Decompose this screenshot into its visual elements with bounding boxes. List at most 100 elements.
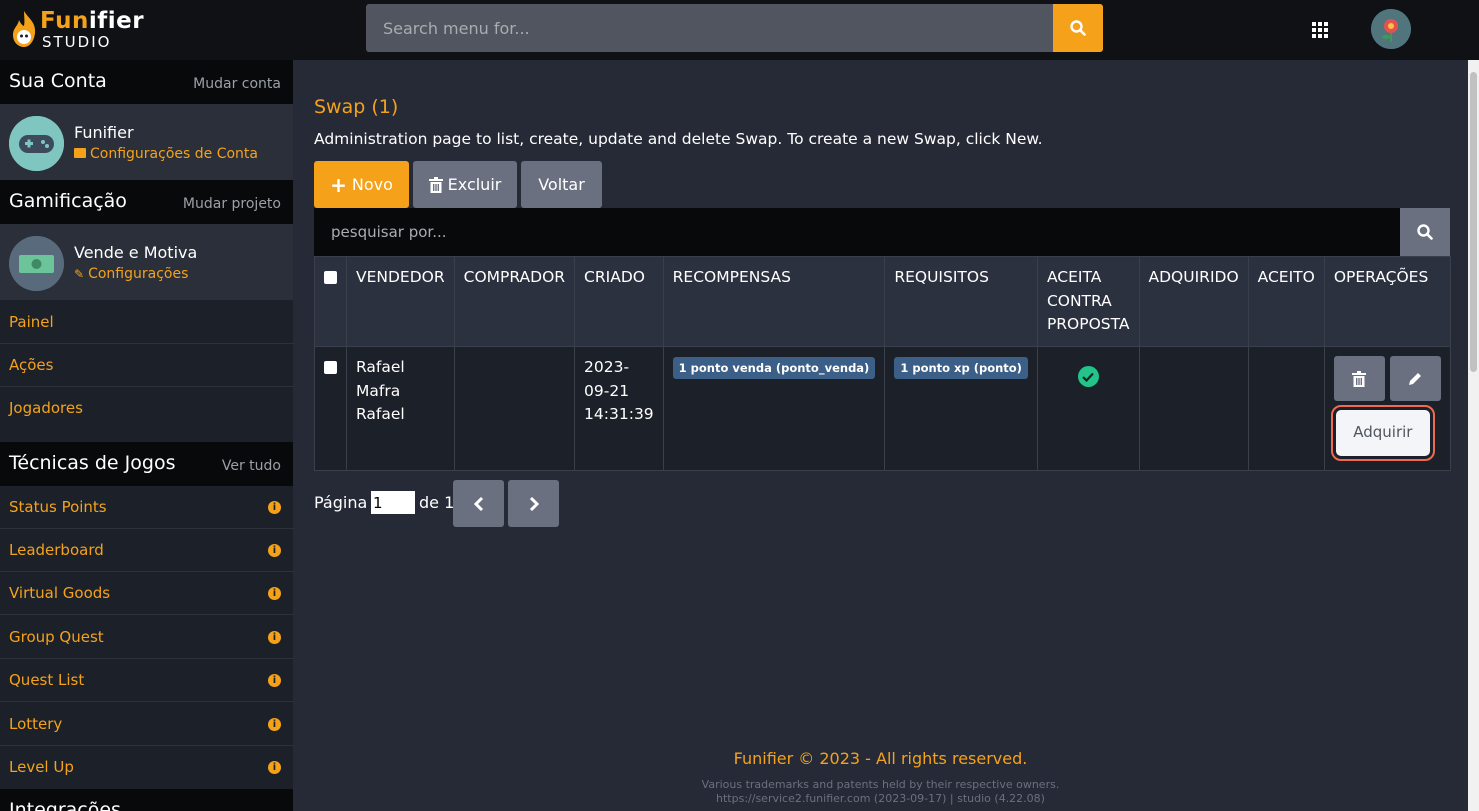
switch-project-link[interactable]: Mudar projeto: [183, 196, 281, 212]
counter-offer-cell: [1036, 346, 1140, 471]
operations-cell: Adquirir: [1323, 346, 1451, 471]
brand-name: Funifier: [40, 8, 145, 34]
project-avatar: [9, 236, 64, 291]
info-icon[interactable]: i: [268, 587, 281, 600]
account-settings-label: Configurações de Conta: [90, 146, 258, 162]
sidebar-item-leaderboard[interactable]: Leaderboard i: [0, 529, 293, 572]
integrations-header: Integrações: [0, 789, 293, 811]
trash-icon: [428, 176, 443, 193]
funifier-logo[interactable]: Funifier STUDIO: [10, 8, 150, 52]
column-header[interactable]: ACEITA CONTRA PROPOSTA: [1036, 256, 1140, 347]
table-search-input[interactable]: [314, 208, 1400, 256]
user-avatar[interactable]: [1371, 9, 1411, 49]
check-circle-icon: [1077, 366, 1099, 387]
page-title: Swap (1): [314, 96, 399, 118]
plus-icon: +: [330, 172, 347, 197]
delete-row-button[interactable]: [1333, 356, 1385, 401]
account-avatar: [9, 116, 64, 171]
see-all-link[interactable]: Ver tudo: [222, 458, 281, 474]
delete-button[interactable]: Excluir: [413, 161, 517, 208]
money-icon: [9, 236, 64, 291]
seller-cell: Rafael Mafra Rafael: [346, 346, 455, 471]
edit-row-button[interactable]: [1389, 356, 1441, 401]
column-header[interactable]: CRIADO: [574, 256, 664, 347]
sidebar-item-jogadores[interactable]: Jogadores: [0, 387, 293, 430]
acquire-button[interactable]: Adquirir: [1335, 410, 1430, 456]
next-page-button[interactable]: [508, 480, 559, 527]
account-settings-link[interactable]: Configurações de Conta: [74, 146, 258, 162]
chevron-left-icon: [473, 496, 483, 511]
integrations-title: Integrações: [9, 799, 121, 811]
flower-icon: [1371, 9, 1411, 49]
new-button-label: Novo: [351, 175, 393, 194]
account-title: Sua Conta: [9, 70, 107, 92]
project-settings-label: Configurações: [88, 266, 189, 282]
scrollbar-thumb[interactable]: [1470, 72, 1477, 372]
column-header[interactable]: VENDEDOR: [346, 256, 455, 347]
page-label: Página: [314, 493, 368, 512]
sidebar-item-lottery[interactable]: Lottery i: [0, 703, 293, 746]
table-search-button[interactable]: [1400, 208, 1450, 256]
sidebar-item-acoes[interactable]: Ações: [0, 344, 293, 387]
prev-page-button[interactable]: [453, 480, 504, 527]
column-header[interactable]: ACEITO: [1247, 256, 1325, 347]
info-icon[interactable]: i: [268, 544, 281, 557]
sidebar-item-label: Group Quest: [9, 628, 104, 646]
page-scrollbar[interactable]: [1468, 60, 1479, 811]
sidebar-item-virtual-goods[interactable]: Virtual Goods i: [0, 572, 293, 615]
accepted-cell: [1247, 346, 1325, 471]
rewards-cell: 1 ponto venda (ponto_venda): [662, 346, 886, 471]
column-header[interactable]: ADQUIRIDO: [1138, 256, 1249, 347]
back-button-label: Voltar: [538, 175, 585, 194]
menu-search-input[interactable]: [366, 4, 1054, 52]
requirements-cell: 1 ponto xp (ponto): [884, 346, 1038, 471]
search-icon: [1070, 20, 1086, 36]
project-card: Vende e Motiva ✎ Configurações: [0, 224, 293, 300]
buyer-cell: [453, 346, 576, 471]
techniques-title: Técnicas de Jogos: [9, 452, 176, 474]
brand-sub: STUDIO: [42, 33, 112, 51]
sidebar-item-label: Quest List: [9, 671, 85, 689]
sidebar-item-label: Leaderboard: [9, 541, 104, 559]
flame-icon: [13, 11, 36, 47]
menu-search-button[interactable]: [1053, 4, 1103, 52]
sidebar-item-level-up[interactable]: Level Up i: [0, 746, 293, 789]
page-number-input[interactable]: [371, 491, 415, 514]
created-cell: 2023-09-21 14:31:39: [574, 346, 664, 471]
sidebar-item-group-quest[interactable]: Group Quest i: [0, 616, 293, 659]
account-card: Funifier Configurações de Conta: [0, 104, 293, 180]
select-all-checkbox[interactable]: [324, 271, 337, 284]
column-header[interactable]: COMPRADOR: [453, 256, 576, 347]
column-header[interactable]: REQUISITOS: [884, 256, 1038, 347]
info-icon[interactable]: i: [268, 674, 281, 687]
row-checkbox[interactable]: [324, 361, 337, 374]
new-button[interactable]: + Novo: [314, 161, 409, 208]
acquire-highlight: Adquirir: [1330, 405, 1435, 461]
page-total-label: de 1: [419, 493, 455, 512]
sidebar-item-painel[interactable]: Painel: [0, 301, 293, 344]
column-header[interactable]: RECOMPENSAS: [662, 256, 886, 347]
sidebar-item-label: Level Up: [9, 758, 74, 776]
info-icon[interactable]: i: [268, 501, 281, 514]
back-button[interactable]: Voltar: [521, 161, 602, 208]
gamification-header: Gamificação Mudar projeto: [0, 180, 293, 224]
pencil-icon: ✎: [74, 267, 85, 281]
sidebar-item-status-points[interactable]: Status Points i: [0, 486, 293, 529]
account-header: Sua Conta Mudar conta: [0, 60, 293, 104]
gamification-title: Gamificação: [9, 190, 127, 212]
main-content: Swap (1) Administration page to list, cr…: [293, 60, 1468, 811]
column-header: OPERAÇÕES: [1323, 256, 1451, 347]
info-icon[interactable]: i: [268, 761, 281, 774]
search-icon: [1417, 224, 1433, 240]
version-info: https://service2.funifier.com (2023-09-1…: [716, 792, 1045, 805]
reward-badge: 1 ponto venda (ponto_venda): [672, 357, 876, 379]
info-icon[interactable]: i: [268, 718, 281, 731]
project-settings-link[interactable]: ✎ Configurações: [74, 266, 188, 282]
sidebar-item-quest-list[interactable]: Quest List i: [0, 659, 293, 702]
apps-grid-icon[interactable]: [1312, 22, 1328, 38]
chevron-right-icon: [529, 496, 539, 511]
info-icon[interactable]: i: [268, 631, 281, 644]
trademarks: Various trademarks and patents held by t…: [701, 778, 1060, 791]
table-header-row: VENDEDOR COMPRADOR CRIADO RECOMPENSAS RE…: [314, 256, 1451, 347]
switch-account-link[interactable]: Mudar conta: [193, 76, 281, 92]
